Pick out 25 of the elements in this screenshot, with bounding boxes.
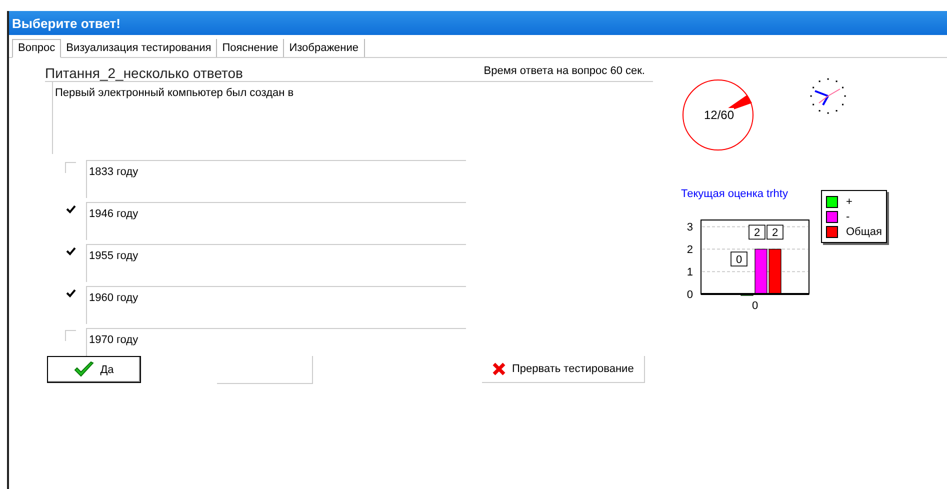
time-limit-text: Время ответа на вопрос 60 сек. (484, 65, 645, 79)
y-tick-label: 3 (686, 222, 693, 234)
data-label: 0 (730, 252, 748, 266)
chart-title: Текущая оценка trhty (681, 188, 789, 200)
legend-label: Общая (846, 226, 882, 238)
y-tick-label: 2 (686, 244, 693, 256)
question-text: Первый электронный компьютер был создан в (55, 87, 294, 99)
y-tick-label: 1 (686, 266, 693, 279)
data-label: 2 (772, 227, 778, 240)
question-title: Питання_2_несколько ответов (45, 65, 243, 81)
legend-label: - (846, 210, 850, 222)
window-title: Выберите ответ! (12, 16, 120, 30)
data-label: 2 (748, 224, 766, 240)
timer-reading: 12/60 (704, 108, 734, 122)
x-tick-label: 0 (752, 300, 758, 312)
y-tick-label: 0 (686, 289, 693, 301)
answer-text: 1960 году (89, 292, 138, 304)
data-label: 0 (736, 254, 742, 266)
answer-text: 1833 году (89, 166, 138, 178)
legend-label: + (846, 196, 852, 208)
answer-text: 1970 году (89, 334, 138, 346)
data-label: 2 (766, 224, 784, 240)
answer-text: 1955 году (89, 250, 138, 262)
answer-text: 1946 году (89, 208, 138, 220)
data-label: 2 (754, 227, 760, 240)
